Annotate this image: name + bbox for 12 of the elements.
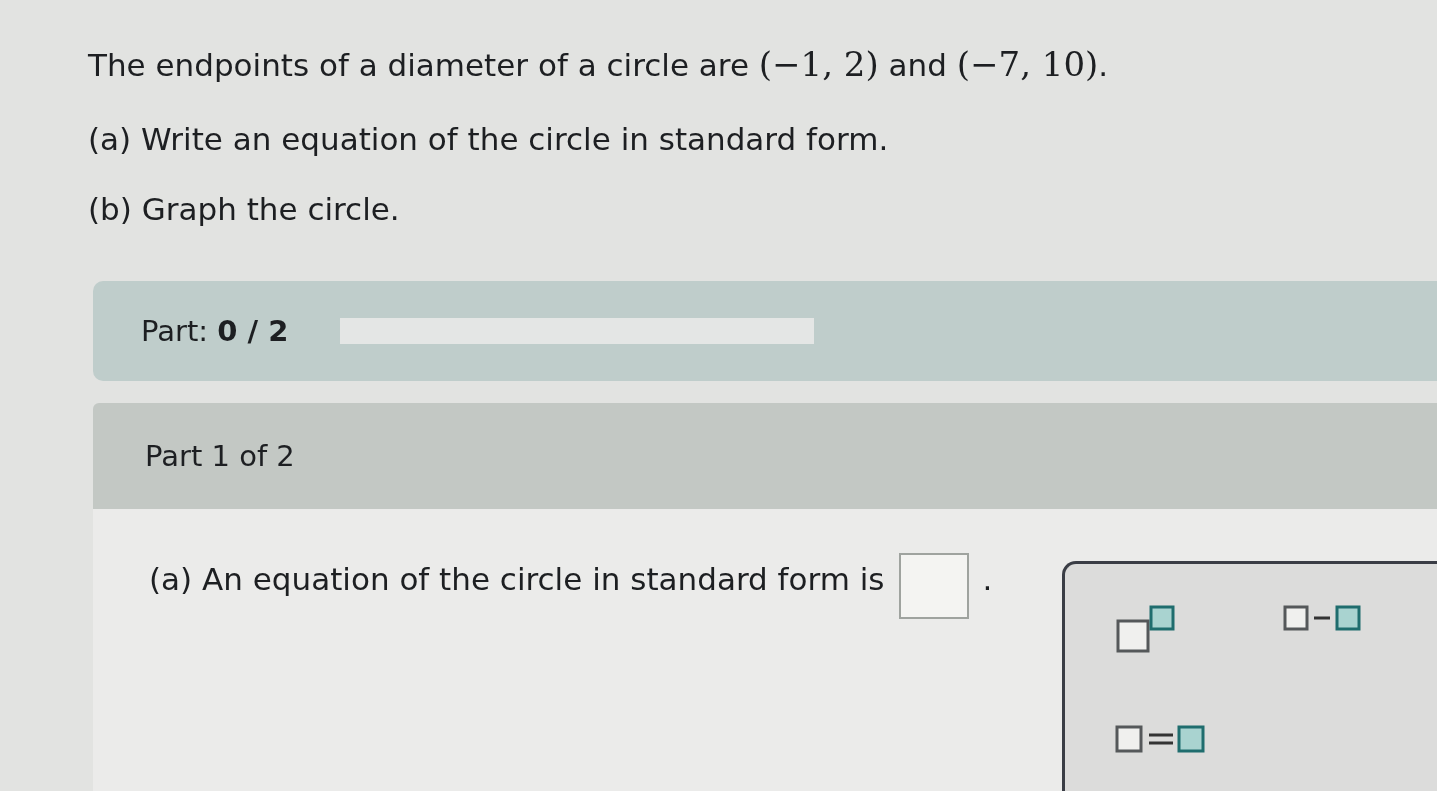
answer-prompt: (a) An equation of the circle in standard form is xyxy=(149,561,885,597)
question-text: The endpoints of a diameter of a circle are (−1, 2) and (−7, 10). xyxy=(88,43,1110,86)
question-item: (a) Write an equation of the circle in standard form. xyxy=(88,120,890,159)
equation-template-icon xyxy=(1115,724,1208,754)
progress-label: Part: 0 / 2 xyxy=(141,314,289,348)
answer-field[interactable] xyxy=(898,553,969,619)
template-button[interactable] xyxy=(1115,724,1208,754)
subtraction-template-icon xyxy=(1283,604,1362,632)
part-title: Part 1 of 2 xyxy=(145,439,295,473)
question-item: (b) Graph the circle. xyxy=(88,190,401,229)
answer-period: . xyxy=(982,561,993,597)
superscript-template-icon xyxy=(1115,604,1178,654)
